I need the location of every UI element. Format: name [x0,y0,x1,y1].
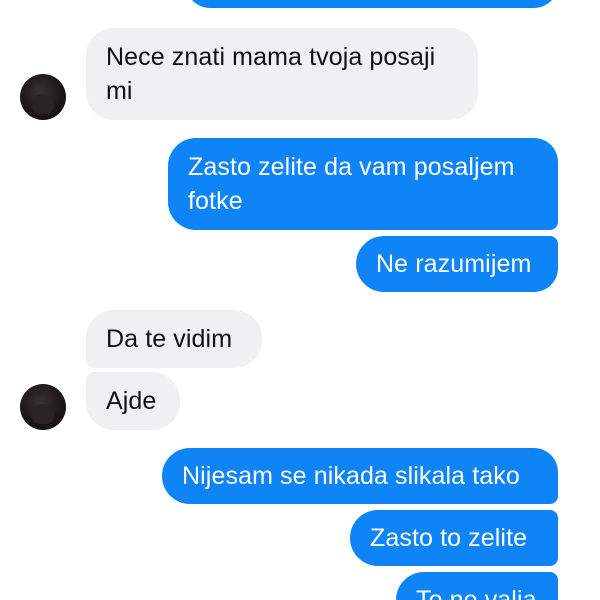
message-text: Da te vidim [106,325,233,353]
message-text: Zasto to zelite [370,524,528,552]
message-incoming[interactable]: Ajde [86,372,180,430]
message-text: Ne razumijem [376,250,532,278]
message-outgoing[interactable]: Zasto zelite da vam posaljem fotke [168,138,558,230]
message-text: To ne valja [416,586,537,600]
contact-avatar[interactable] [20,74,66,120]
message-incoming[interactable]: Da te vidim [86,310,262,368]
chat-thread: Nece znati mama tvoja posaji mi Zasto ze… [0,0,600,600]
message-outgoing[interactable]: To ne valja [396,572,558,600]
message-incoming[interactable]: Nece znati mama tvoja posaji mi [86,28,478,120]
message-outgoing[interactable]: Zasto to zelite [350,510,558,566]
message-outgoing-partial[interactable] [186,0,558,8]
message-text: Ajde [106,387,157,415]
message-outgoing[interactable]: Ne razumijem [356,236,558,292]
message-text: Zasto zelite da vam posaljem fotke [188,153,515,215]
contact-avatar[interactable] [20,384,66,430]
message-outgoing[interactable]: Nijesam se nikada slikala tako [162,448,558,504]
message-text: Nece znati mama tvoja posaji mi [106,43,436,105]
message-text: Nijesam se nikada slikala tako [182,462,520,490]
